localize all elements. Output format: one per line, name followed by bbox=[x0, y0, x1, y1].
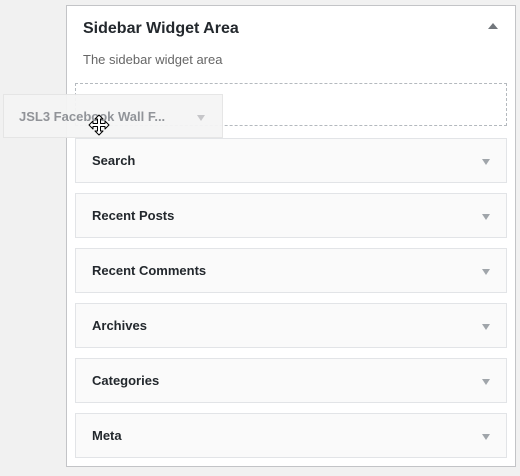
dragging-widget[interactable]: JSL3 Facebook Wall F... bbox=[3, 94, 223, 138]
arrow-down-icon[interactable] bbox=[482, 434, 490, 440]
widget-search[interactable]: Search bbox=[75, 138, 507, 183]
widget-recent-posts[interactable]: Recent Posts bbox=[75, 193, 507, 238]
widget-title: Archives bbox=[92, 318, 147, 333]
widget-archives[interactable]: Archives bbox=[75, 303, 507, 348]
arrow-down-icon[interactable] bbox=[482, 159, 490, 165]
widget-categories[interactable]: Categories bbox=[75, 358, 507, 403]
widget-title: Meta bbox=[92, 428, 122, 443]
sidebar-widget-area: Sidebar Widget Area The sidebar widget a… bbox=[66, 5, 516, 467]
sidebar-area-title[interactable]: Sidebar Widget Area bbox=[83, 20, 239, 38]
arrow-down-icon[interactable] bbox=[482, 269, 490, 275]
move-cursor-icon bbox=[88, 114, 110, 136]
widget-title: Recent Comments bbox=[92, 263, 207, 278]
widget-recent-comments[interactable]: Recent Comments bbox=[75, 248, 507, 293]
widget-title: Search bbox=[92, 153, 136, 168]
widget-meta[interactable]: Meta bbox=[75, 413, 507, 458]
arrow-up-icon[interactable] bbox=[488, 23, 498, 29]
arrow-down-icon[interactable] bbox=[482, 324, 490, 330]
arrow-down-icon[interactable] bbox=[482, 214, 490, 220]
sidebar-area-description: The sidebar widget area bbox=[83, 52, 223, 67]
widget-title: Categories bbox=[92, 373, 160, 388]
arrow-down-icon[interactable] bbox=[482, 379, 490, 385]
widget-title: Recent Posts bbox=[92, 208, 175, 223]
arrow-down-icon[interactable] bbox=[197, 115, 205, 121]
